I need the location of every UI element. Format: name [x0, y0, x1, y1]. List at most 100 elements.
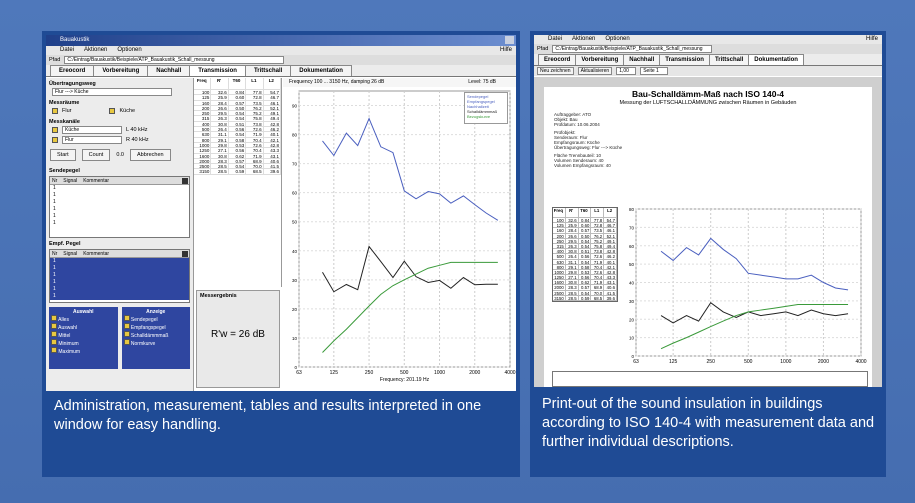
tab-trittschall[interactable]: Trittschall	[708, 54, 750, 65]
menu-file[interactable]: Datei	[60, 46, 74, 55]
room2-label: Küche	[119, 108, 136, 114]
table-cell: 31.1	[211, 132, 229, 137]
table-cell: 30.8	[211, 121, 229, 127]
table-cell: 100	[553, 218, 566, 223]
channel2-checkbox[interactable]	[52, 137, 58, 143]
menu-actions[interactable]: Aktionen	[572, 35, 595, 44]
option-maximum[interactable]: Maximum	[51, 347, 116, 355]
list-item[interactable]: 1	[50, 258, 189, 265]
tab-vorbereitung[interactable]: Vorbereitung	[575, 54, 625, 65]
table-row: 3150 28.5 0.59 68.5 39.6	[553, 295, 617, 301]
table-cell: 500	[553, 254, 566, 259]
x-tick-label: 4000	[504, 370, 515, 376]
count-button[interactable]: Count	[81, 149, 111, 161]
menu-file[interactable]: Datei	[548, 35, 562, 44]
table-cell: 27.1	[566, 275, 579, 280]
channel1-field[interactable]: Küche	[62, 126, 122, 134]
list-item[interactable]: 1	[50, 206, 189, 213]
table-cell: 70.4	[591, 275, 605, 280]
path-select[interactable]: Flur ---> Küche	[52, 88, 172, 96]
table-cell: 29.8	[566, 269, 579, 275]
menu-actions[interactable]: Aktionen	[84, 46, 107, 55]
option-insulation[interactable]: Schalldämmmaß	[123, 331, 189, 339]
list-item[interactable]: 1	[50, 286, 189, 293]
table-cell: 0.84	[579, 218, 592, 223]
option-send-level[interactable]: Sendepegel	[123, 315, 189, 323]
tab-dokumentation[interactable]: Dokumentation	[290, 65, 352, 76]
background: Bauakustik Datei Aktionen Optionen Hilfe…	[0, 0, 915, 503]
list-item[interactable]: 1	[50, 293, 189, 300]
table-cell: 75.8	[246, 116, 264, 121]
table-cell: 1250	[554, 275, 566, 281]
option-norm-curve[interactable]: Normkurve	[123, 339, 189, 347]
room1-checkbox[interactable]	[52, 108, 58, 114]
y-tick-label: 90	[292, 104, 298, 109]
list-item[interactable]: 1	[50, 185, 189, 192]
tab-vorbereitung[interactable]: Vorbereitung	[93, 65, 149, 76]
table-cell: 72.6	[246, 142, 264, 148]
receive-level-title: Empf. Pegel	[49, 241, 81, 247]
option-all[interactable]: Alles	[51, 315, 116, 323]
tab-ereocord[interactable]: Ereocord	[50, 65, 95, 76]
option-mean[interactable]: Mittel	[51, 331, 116, 339]
tab-dokumentation[interactable]: Dokumentation	[748, 54, 804, 65]
tab-ereocord[interactable]: Ereocord	[538, 54, 577, 65]
zoom-field[interactable]: 1,00	[616, 67, 637, 75]
room2-checkbox[interactable]	[109, 108, 116, 114]
tab-trittschall[interactable]: Trittschall	[244, 65, 292, 76]
close-icon[interactable]	[182, 251, 188, 257]
table-cell: 42.1	[604, 264, 617, 270]
option-receive-level[interactable]: Empfangspegel	[123, 323, 189, 331]
list-item[interactable]: 1	[50, 192, 189, 199]
table-cell: 72.8	[246, 95, 264, 100]
channel2-field[interactable]: Flur	[62, 136, 122, 144]
close-icon[interactable]	[505, 36, 514, 44]
table-cell: 400	[194, 121, 212, 127]
menu-help[interactable]: Hilfe	[866, 35, 878, 44]
list-item[interactable]: 1	[50, 199, 189, 206]
menu-options[interactable]: Optionen	[117, 46, 141, 55]
table-cell: 100	[194, 90, 212, 95]
x-tick-label: 125	[669, 359, 678, 365]
refresh-button[interactable]: Aktualisieren	[577, 67, 613, 75]
table-cell: 28.3	[566, 285, 579, 290]
table-cell: 73.8	[591, 249, 605, 254]
list-item[interactable]: 1	[50, 279, 189, 286]
list-item[interactable]: 1	[50, 272, 189, 279]
page-field[interactable]: Seite 1	[640, 67, 669, 75]
x-tick-label: 63	[633, 359, 639, 365]
start-button[interactable]: Start	[50, 149, 76, 161]
path-field[interactable]: C:/Eintrag/Bauakustik/Beispiele/ATP_Baua…	[552, 45, 713, 53]
receive-level-list[interactable]: Nr Signal Kommentar 1 1 1 1 1 1	[49, 249, 190, 303]
tab-nachhall[interactable]: Nachhall	[623, 54, 661, 65]
y-tick-label: 10	[292, 336, 298, 341]
abort-button[interactable]: Abbrechen	[129, 149, 171, 161]
menu-bar: Datei Aktionen Optionen Hilfe	[534, 35, 882, 44]
menu-options[interactable]: Optionen	[605, 35, 629, 44]
send-level-list[interactable]: Nr Signal Kommentar 1 1 1 1 1 1	[49, 176, 190, 238]
x-tick-label: 125	[330, 370, 339, 376]
result-value: R'w = 26 dB	[211, 329, 265, 340]
table-cell: 54.7	[604, 218, 617, 223]
redraw-button[interactable]: Neu zeichnen	[537, 67, 574, 75]
list-item[interactable]: 1	[50, 265, 189, 272]
table-cell: 0.56	[229, 127, 247, 132]
option-selection[interactable]: Auswahl	[51, 323, 116, 331]
list-item[interactable]: 1	[50, 220, 189, 227]
legend-item: Bezugskurve	[467, 114, 491, 119]
table-cell: 0.60	[229, 95, 247, 100]
tab-transmission[interactable]: Transmission	[659, 54, 710, 65]
table-cell: 26.4	[566, 254, 579, 259]
table-cell: 25.9	[211, 95, 229, 100]
close-icon[interactable]	[182, 178, 188, 184]
table-cell: 75.2	[591, 238, 605, 244]
menu-help[interactable]: Hilfe	[500, 46, 512, 55]
table-cell: 29.1	[566, 264, 579, 270]
list-item[interactable]: 1	[50, 213, 189, 220]
tab-transmission[interactable]: Transmission	[189, 65, 246, 76]
table-cell: 75.2	[246, 111, 264, 116]
tab-nachhall[interactable]: Nachhall	[147, 65, 191, 76]
option-minimum[interactable]: Minimum	[51, 339, 116, 347]
channel1-checkbox[interactable]	[52, 127, 58, 133]
path-field[interactable]: C:/Eintrag/Bauakustik/Beispiele/ATP_Baua…	[64, 56, 285, 64]
